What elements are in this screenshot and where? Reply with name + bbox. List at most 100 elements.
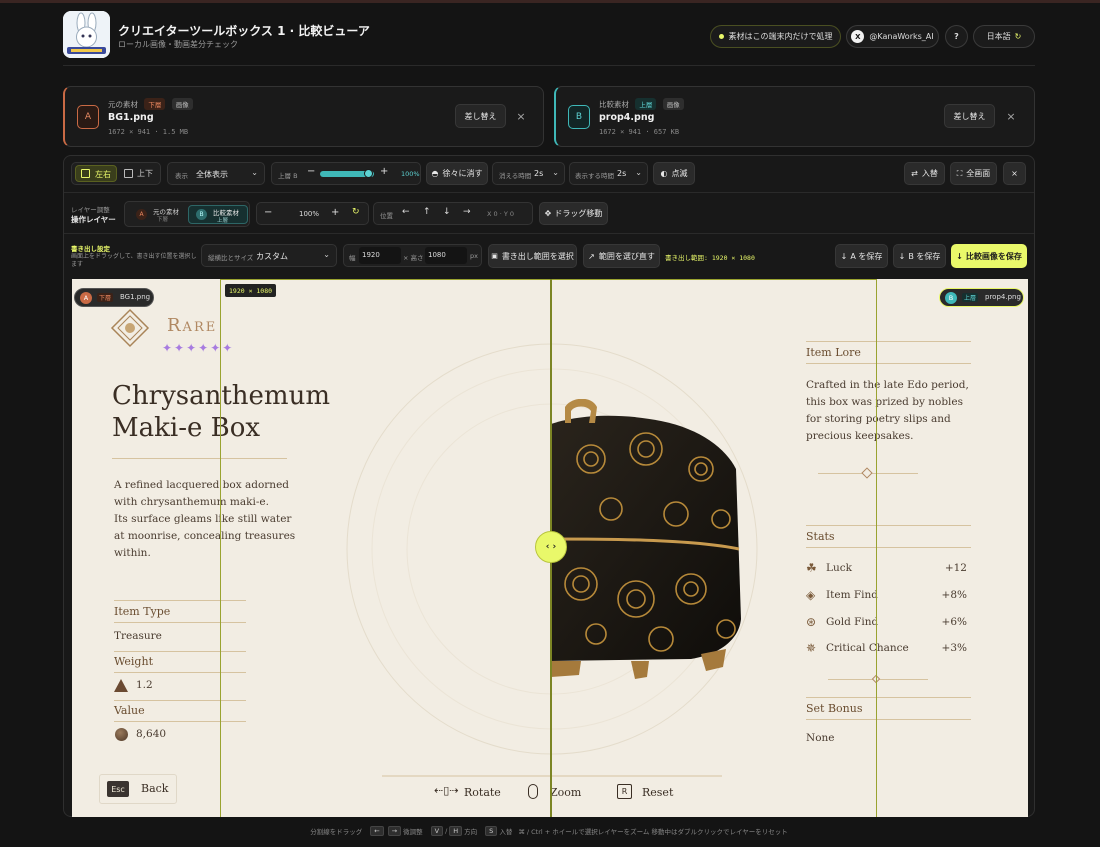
lore-divider (806, 341, 971, 342)
account-button[interactable]: X @KanaWorks_AI (846, 25, 939, 48)
description-line: at moonrise, concealing treasures (114, 530, 296, 542)
description-line: Its surface gleams like still water (114, 513, 292, 525)
arrow-up-icon[interactable]: ↑ (423, 207, 431, 217)
footer-key: H (449, 825, 463, 836)
coin-icon (115, 728, 128, 741)
esc-key: Esc (107, 781, 129, 797)
export-region-right-edge[interactable] (876, 279, 877, 817)
save-a-button[interactable]: ↓ A を保存 (835, 244, 888, 268)
arrow-right-icon[interactable]: → (463, 207, 471, 217)
display-select[interactable]: 表示 全体表示 ⌄ (167, 162, 265, 185)
clover-icon: ☘ (806, 561, 817, 575)
stat-value: +3% (941, 642, 967, 654)
width-label: 幅 (349, 254, 356, 262)
help-button[interactable]: ? (945, 25, 968, 48)
zoom-decrease-button[interactable]: − (264, 207, 272, 218)
shortcut-footer: 分割線をドラッグ ← → 微調整 V / H 方向 S 入替 ⌘ / Ctrl … (63, 817, 1035, 844)
split-mode-group: 左右 上下 (71, 162, 161, 185)
footer-drag-hint: 分割線をドラッグ (310, 827, 363, 836)
replace-a-button[interactable]: 差し替え (455, 104, 506, 128)
export-title: 書き出し設定 (71, 245, 110, 253)
lore-divider (806, 363, 971, 364)
toolbar-divider-1 (64, 192, 1034, 193)
height-input[interactable]: 1080 (425, 247, 467, 264)
replace-b-button[interactable]: 差し替え (944, 104, 995, 128)
target-layer-b-button[interactable]: B 比較素材 上層 (188, 205, 248, 224)
fade-button[interactable]: ◓ 徐々に消す (426, 162, 488, 185)
select-range-button[interactable]: ▣ 書き出し範囲を選択 (488, 244, 577, 268)
swap-button[interactable]: ⇄ 入替 (904, 162, 945, 185)
opacity-slider[interactable] (321, 169, 373, 178)
account-label: @KanaWorks_AI (869, 32, 934, 41)
export-size-badge: 1920 × 1080 (225, 284, 277, 297)
stat-name: Critical Chance (826, 642, 909, 654)
arrow-left-icon[interactable]: ← (402, 207, 410, 217)
save-compare-button[interactable]: ↓ 比較画像を保存 (951, 244, 1027, 268)
blink-icon: ◐ (660, 169, 668, 178)
value-label: Value (114, 704, 145, 717)
lore-line: Crafted in the late Edo period, (806, 379, 969, 391)
arrow-down-icon[interactable]: ↓ (443, 207, 451, 217)
show-time-select[interactable]: 表示する時間 2s ⌄ (569, 162, 648, 185)
back-control[interactable]: Esc Back (99, 774, 177, 804)
aspect-select[interactable]: 縦横比とサイズ カスタム ⌄ (201, 244, 337, 267)
stat-value: +6% (941, 616, 967, 628)
fullscreen-icon: ⛶ (956, 168, 963, 178)
display-label: 表示 (175, 172, 188, 180)
show-time-value: 2s (617, 169, 627, 178)
remove-b-button[interactable]: × (1004, 110, 1018, 123)
save-b-button[interactable]: ↓ B を保存 (893, 244, 946, 268)
footer-key: ← (370, 825, 384, 836)
zoom-label: Zoom (550, 786, 582, 799)
mode-top-bottom-label: 上下 (137, 169, 153, 178)
zoom-value[interactable]: 100% (299, 210, 319, 218)
source-b-filename: prop4.png (599, 112, 655, 123)
reset-zoom-icon[interactable]: ↻ (352, 207, 360, 217)
download-icon: ↓ (840, 251, 848, 261)
export-region-top-edge[interactable] (220, 279, 877, 280)
width-input[interactable]: 1920 (359, 247, 401, 264)
layer-b-overlay-file: prop4.png (985, 293, 1021, 301)
split-handle-icon[interactable]: ‹ › (535, 531, 567, 563)
footer-adjust-hint: 微調整 (403, 827, 423, 836)
mouse-wheel-icon (528, 784, 538, 799)
reselect-range-button[interactable]: ↗ 範囲を選び直す (583, 244, 660, 268)
mode-top-bottom-button[interactable]: 上下 (120, 165, 158, 182)
vanish-time-select[interactable]: 消える時間 2s ⌄ (492, 162, 565, 185)
zoom-control: − 100% + ↻ (256, 202, 369, 225)
set-bonus-label: Set Bonus (806, 702, 863, 715)
x-logo-icon: X (851, 30, 865, 43)
lore-text: Crafted in the late Edo period, this box… (806, 377, 969, 445)
bonus-divider (806, 697, 971, 698)
mode-left-right-button[interactable]: 左右 (75, 165, 117, 182)
aspect-value: カスタム (256, 252, 288, 261)
zoom-increase-button[interactable]: + (331, 207, 339, 218)
opacity-slider-handle[interactable] (364, 169, 373, 178)
opacity-decrease-button[interactable]: − (307, 166, 315, 177)
chevron-down-icon: ⌄ (251, 168, 258, 177)
opacity-increase-button[interactable]: + (380, 166, 388, 177)
weight-value: 1.2 (136, 679, 153, 691)
source-a-layer-tag: 下層 (144, 98, 166, 110)
bonus-divider (806, 719, 971, 720)
attr-divider (114, 622, 246, 623)
export-region-left-edge[interactable] (220, 279, 221, 817)
drag-move-button[interactable]: ✥ ドラッグ移動 (539, 202, 608, 225)
source-a-role: 元の素材 下層 画像 (108, 98, 193, 110)
stat-row-luck: ☘ Luck +12 (806, 561, 971, 577)
item-description: A refined lacquered box adorned with chr… (114, 477, 295, 562)
language-button[interactable]: 日本語 ↻ (973, 25, 1035, 48)
move-icon: ✥ (544, 209, 552, 218)
reselect-icon: ↗ (588, 251, 595, 261)
stat-row-gold-find: ⊛ Gold Find +6% (806, 615, 971, 631)
privacy-label: 素材はこの端末内だけで処理 (728, 32, 833, 41)
close-viewer-button[interactable]: × (1003, 162, 1026, 185)
opacity-value: 100% (401, 170, 420, 178)
blink-button[interactable]: ◐ 点滅 (653, 162, 695, 185)
fullscreen-button[interactable]: ⛶ 全画面 (950, 162, 997, 185)
target-layer-a-button[interactable]: A 元の素材 下層 (128, 205, 186, 224)
layer-a-overlay-file: BG1.png (120, 293, 151, 301)
source-b-meta: 1672 × 941 · 657 KB (599, 128, 680, 136)
remove-a-button[interactable]: × (514, 110, 528, 123)
rows-icon (124, 169, 133, 178)
